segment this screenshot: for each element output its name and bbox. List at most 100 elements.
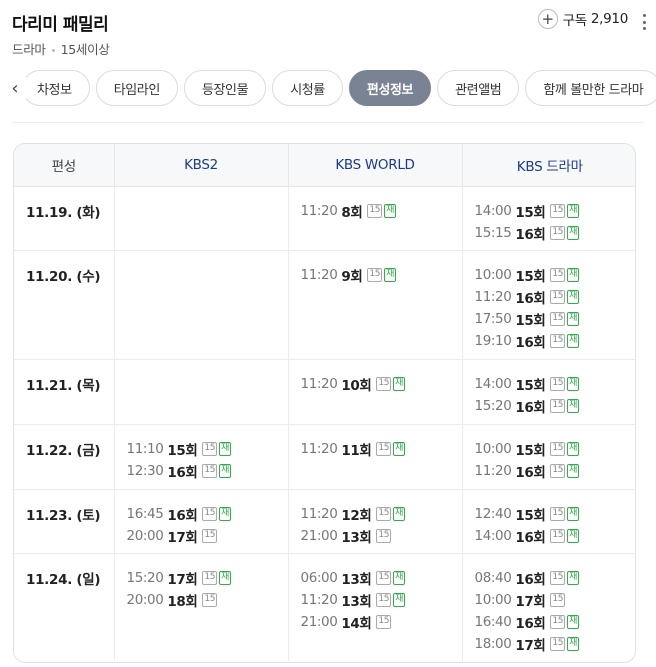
- column-header-channel: KBS2: [113, 144, 288, 187]
- tab-item[interactable]: 차정보: [22, 70, 90, 106]
- broadcast-slot: 12:40 15회 15 재: [475, 503, 626, 525]
- episode-number: 15회: [515, 507, 546, 524]
- date-cell: 11.24. (일): [14, 552, 114, 661]
- column-header-schedule: 편성: [14, 144, 114, 187]
- episode-number: 10회: [341, 377, 372, 394]
- age-rating-badge: 15: [367, 267, 383, 282]
- tab-item[interactable]: 시청률: [272, 70, 343, 106]
- air-time: 11:20: [300, 440, 338, 457]
- episode-number: 16회: [515, 615, 546, 632]
- subscribe-button[interactable]: + 구독 2,910: [537, 8, 628, 30]
- schedule-table: 편성 KBS2 KBS WORLD KBS 드라마 11.19. (화) 11:2…: [13, 143, 636, 663]
- divider: [12, 122, 644, 123]
- age-rating-badge: 15: [550, 203, 566, 218]
- date-cell: 11.20. (수): [14, 249, 114, 359]
- broadcast-slot: 21:00 14회 15: [301, 611, 450, 633]
- age-rating-badge: 15: [202, 441, 218, 456]
- air-time: 11:10: [126, 440, 164, 457]
- episode-number: 13회: [341, 571, 372, 588]
- air-time: 10:00: [474, 266, 512, 283]
- episode-number: 12회: [341, 507, 372, 524]
- more-options-icon[interactable]: [640, 14, 648, 30]
- tab-item[interactable]: 등장인물: [183, 70, 267, 106]
- age-rating-badge: 15: [202, 463, 218, 478]
- schedule-cell: 10:00 15회 15 재 11:20 16회 15 재: [461, 423, 635, 489]
- episode-number: 16회: [167, 464, 198, 481]
- date-cell: 11.23. (토): [14, 488, 114, 553]
- age-rating-badge: 15: [550, 528, 566, 543]
- episode-number: 17회: [515, 593, 546, 610]
- broadcast-slot: 11:10 15회 15 재: [127, 438, 276, 460]
- air-time: 11:20: [300, 375, 338, 392]
- age-rating-badge: 15: [376, 506, 392, 521]
- tab-item[interactable]: 관련앨범: [437, 70, 520, 106]
- broadcast-slot: 20:00 18회 15: [127, 589, 276, 611]
- program-header: 다리미 패밀리 드라마 15세이상 + 구독 2,910: [12, 8, 648, 58]
- rerun-badge: 재: [393, 570, 405, 585]
- broadcast-slot: 17:50 15회 15 재: [475, 308, 626, 330]
- column-header-channel: KBS 드라마: [461, 144, 635, 187]
- rerun-badge: 재: [567, 506, 579, 521]
- age-rating-badge: 15: [376, 528, 392, 543]
- air-time: 19:10: [474, 332, 512, 349]
- broadcast-slot: 21:00 13회 15: [301, 525, 450, 547]
- air-time: 11:20: [300, 266, 338, 283]
- age-rating-badge: 15: [550, 570, 566, 585]
- air-time: 15:15: [474, 224, 512, 241]
- date-cell: 11.21. (목): [14, 358, 114, 424]
- schedule-cell: 14:00 15회 15 재 15:15 16회 15 재: [461, 186, 635, 250]
- table-row: 11.22. (금) 11:10 15회 15 재 12:30 16회 15 재 11:20 11회…: [14, 423, 635, 489]
- broadcast-slot: 14:00 15회 15 재: [475, 200, 626, 222]
- tab-item[interactable]: 타임라인: [95, 70, 178, 106]
- age-rating-badge: 15: [367, 203, 383, 218]
- schedule-cell: 14:00 15회 15 재 15:20 16회 15 재: [461, 358, 635, 424]
- rerun-badge: 재: [567, 636, 579, 651]
- episode-number: 9회: [341, 268, 363, 285]
- schedule-cell: [113, 186, 288, 250]
- age-rating-badge: 15: [550, 333, 566, 348]
- broadcast-slot: 11:20 8회 15 재: [301, 200, 450, 222]
- schedule-cell: 08:40 16회 15 재 10:00 17회 15 16:40 16회 15 재 18:00 17회…: [461, 552, 635, 661]
- air-time: 16:45: [126, 505, 164, 522]
- rerun-badge: 재: [567, 463, 579, 478]
- schedule-cell: 11:10 15회 15 재 12:30 16회 15 재: [113, 423, 288, 489]
- tab-list: 차정보 타임라인 등장인물 시청률 편성정보 관련앨범 함께 볼만한 드라마: [22, 70, 656, 106]
- rerun-badge: 재: [567, 311, 579, 326]
- schedule-cell: 11:20 8회 15 재: [287, 186, 462, 250]
- air-time: 14:00: [474, 527, 512, 544]
- broadcast-slot: 12:30 16회 15 재: [127, 460, 276, 482]
- broadcast-slot: 10:00 17회 15: [475, 589, 626, 611]
- rerun-badge: 재: [384, 203, 396, 218]
- tab-item[interactable]: 편성정보: [348, 70, 432, 106]
- air-time: 08:40: [474, 569, 512, 586]
- subscribe-label: 구독: [562, 13, 588, 29]
- air-time: 17:50: [474, 310, 512, 327]
- age-rating-badge: 15: [550, 506, 566, 521]
- age-rating-badge: 15: [550, 289, 566, 304]
- rerun-badge: 재: [219, 506, 231, 521]
- table-row: 11.23. (토) 16:45 16회 15 재 20:00 17회 15 11:20 12회 1…: [14, 488, 635, 553]
- tab-item[interactable]: 함께 볼만한 드라마: [525, 70, 656, 106]
- episode-number: 16회: [515, 529, 546, 546]
- broadcast-slot: 15:15 16회 15 재: [475, 222, 626, 244]
- rerun-badge: 재: [567, 528, 579, 543]
- broadcast-slot: 11:20 16회 15 재: [475, 286, 626, 308]
- episode-number: 13회: [341, 529, 372, 546]
- schedule-cell: 11:20 12회 15 재 21:00 13회 15: [287, 488, 462, 553]
- age-rating-badge: 15: [376, 441, 392, 456]
- broadcast-slot: 16:40 16회 15 재: [475, 611, 626, 633]
- air-time: 10:00: [474, 591, 512, 608]
- age-rating-badge: 15: [550, 311, 566, 326]
- chevron-left-icon[interactable]: ‹: [4, 74, 26, 102]
- schedule-cell: [113, 249, 288, 359]
- air-time: 12:30: [126, 462, 164, 479]
- episode-number: 15회: [515, 442, 546, 459]
- rerun-badge: 재: [567, 333, 579, 348]
- rerun-badge: 재: [567, 289, 579, 304]
- rerun-badge: 재: [567, 225, 579, 240]
- schedule-cell: 11:20 9회 15 재: [287, 249, 462, 359]
- broadcast-slot: 06:00 13회 15 재: [301, 567, 450, 589]
- age-rating-badge: 15: [202, 506, 218, 521]
- schedule-cell: 11:20 11회 15 재: [287, 423, 462, 489]
- air-time: 18:00: [474, 635, 512, 652]
